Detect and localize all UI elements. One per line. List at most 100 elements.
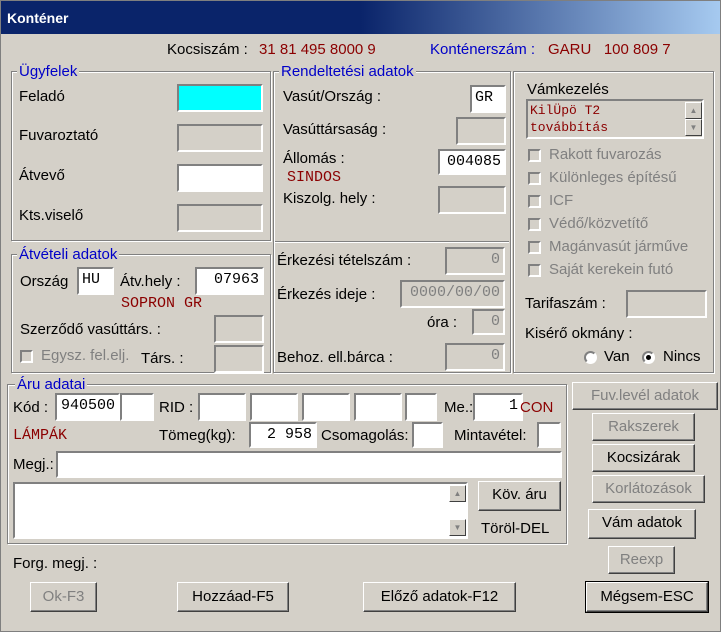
kiszolg-input[interactable] <box>438 186 506 214</box>
ktsviselo-label: Kts.viselő <box>19 207 84 224</box>
vedo-label: Védő/közvetítő <box>549 215 649 232</box>
szerzodo-label: Szerződő vasúttárs. : <box>20 321 161 338</box>
atvhely-label: Átv.hely : <box>120 273 181 290</box>
me-input[interactable]: 1 <box>473 393 523 421</box>
hozzaad-button[interactable]: Hozzáad-F5 <box>177 582 289 612</box>
rid-input-2[interactable] <box>250 393 298 421</box>
mintavetel-input[interactable] <box>537 422 561 448</box>
tomeg-input[interactable]: 2 958 <box>249 422 317 448</box>
maganvasut-checkbox[interactable] <box>528 241 541 254</box>
rakott-checkbox[interactable] <box>528 149 541 162</box>
kontenerszam-value: GARU 100 809 7 <box>548 41 671 58</box>
vamkezeles-label: Vámkezelés <box>527 81 609 98</box>
atv-orszag-input[interactable]: HU <box>77 267 114 295</box>
fuvaroztato-input[interactable] <box>177 124 263 152</box>
nincs-label: Nincs <box>663 348 701 365</box>
kontenerszam-label: Konténerszám : <box>430 41 536 58</box>
rid-input-1[interactable] <box>198 393 246 421</box>
maganvasut-label: Magánvasút járműve <box>549 238 689 255</box>
nincs-radio[interactable] <box>642 351 655 364</box>
mintavetel-label: Mintavétel: <box>454 427 527 444</box>
megsem-button[interactable]: Mégsem-ESC <box>585 581 709 613</box>
behoz-input[interactable]: 0 <box>445 343 505 371</box>
kulonleges-checkbox[interactable] <box>528 172 541 185</box>
vasuttarsasag-label: Vasúttársaság : <box>283 121 387 138</box>
fuvaroztato-label: Fuvaroztató <box>19 127 99 144</box>
allomas-name: SINDOS <box>287 169 342 186</box>
erkezesi-tetel-input[interactable]: 0 <box>445 247 505 275</box>
vam-scroll-down-icon[interactable]: ▼ <box>685 119 702 136</box>
szerzodo-input[interactable] <box>214 315 264 343</box>
felado-input[interactable] <box>177 84 263 112</box>
icf-checkbox[interactable] <box>528 195 541 208</box>
ora-input[interactable]: 0 <box>472 309 505 335</box>
erkezesi-tetel-label: Érkezési tételszám : <box>277 252 412 269</box>
vasuttarsasag-input[interactable] <box>456 117 506 145</box>
memo-scroll-down-icon[interactable]: ▼ <box>449 519 466 536</box>
vasut-orszag-label: Vasút/Ország : <box>283 88 382 105</box>
behoz-label: Behoz. ell.bárca : <box>277 349 393 366</box>
rid-input-3[interactable] <box>302 393 350 421</box>
kocsiszam-value: 31 81 495 8000 9 <box>259 41 376 58</box>
atvhely-input[interactable]: 07963 <box>195 267 264 295</box>
egysz-checkbox[interactable] <box>20 350 33 363</box>
egysz-label: Egysz. fel.elj. <box>41 347 130 364</box>
tarifaszam-input[interactable] <box>626 290 707 318</box>
atveteli-title: Átvételi adatok <box>17 246 120 263</box>
torol-label: Töröl-DEL <box>481 520 550 537</box>
tars-input[interactable] <box>214 345 264 373</box>
ok-button[interactable]: Ok-F3 <box>30 582 97 612</box>
rid-label: RID : <box>159 399 194 416</box>
fuvlevel-button[interactable]: Fuv.levél adatok <box>572 382 718 410</box>
kiszolg-label: Kiszolg. hely : <box>283 190 376 207</box>
reexp-button[interactable]: Reexp <box>608 546 675 574</box>
rakszerek-button[interactable]: Rakszerek <box>592 413 695 441</box>
rid-input-5[interactable] <box>405 393 437 421</box>
window-title: Konténer <box>7 10 69 26</box>
ora-label: óra : <box>427 314 458 331</box>
allomas-input[interactable]: 004085 <box>438 149 506 175</box>
atvhely-name: SOPRON GR <box>121 295 203 312</box>
vam-scroll-up-icon[interactable]: ▲ <box>685 102 702 119</box>
aru-name: LÁMPÁK <box>13 427 68 444</box>
kod-input[interactable]: 940500 <box>55 393 120 421</box>
vamkezeles-text-1: KilÜpö T2 <box>530 103 601 118</box>
aru-memo[interactable] <box>13 482 468 539</box>
erkezes-ideje-input[interactable]: 0000/00/00 <box>400 280 505 308</box>
megj-input[interactable] <box>56 451 562 478</box>
elozo-adatok-button[interactable]: Előző adatok-F12 <box>363 582 516 612</box>
vam-adatok-button[interactable]: Vám adatok <box>588 509 696 539</box>
van-label: Van <box>604 348 630 365</box>
ktsviselo-input[interactable] <box>177 204 263 232</box>
rendeltetesi-title: Rendeltetési adatok <box>279 63 416 80</box>
icf-label: ICF <box>549 192 574 209</box>
tarifaszam-label: Tarifaszám : <box>525 295 606 312</box>
memo-scroll-up-icon[interactable]: ▲ <box>449 485 466 502</box>
van-radio[interactable] <box>584 351 597 364</box>
kisero-label: Kisérő okmány : <box>525 325 633 342</box>
vamkezeles-listbox[interactable]: KilÜpö T2 továbbítás <box>526 99 704 139</box>
korlatozasok-button[interactable]: Korlátozások <box>592 475 705 503</box>
kocsizarak-button[interactable]: Kocsizárak <box>592 444 695 472</box>
tars-label: Társ. : <box>141 350 184 367</box>
rid-input-4[interactable] <box>354 393 402 421</box>
kod-label: Kód : <box>13 399 49 416</box>
ugyfelek-title: Ügyfelek <box>17 63 80 80</box>
atvevo-label: Átvevő <box>19 167 65 184</box>
kov-aru-button[interactable]: Köv. áru <box>478 481 561 511</box>
me-unit: CON <box>520 399 554 416</box>
felado-label: Feladó <box>19 88 65 105</box>
me-label: Me.: <box>444 399 474 416</box>
vedo-checkbox[interactable] <box>528 218 541 231</box>
csomagolas-input[interactable] <box>412 422 443 448</box>
atv-orszag-label: Ország <box>20 273 69 290</box>
atvevo-input[interactable] <box>177 164 263 192</box>
erkezes-ideje-label: Érkezés ideje : <box>277 286 376 303</box>
vamkezeles-text-2: továbbítás <box>530 120 609 135</box>
kontener-dialog: Konténer Kocsiszám : 31 81 495 8000 9 Ko… <box>0 0 721 632</box>
title-bar[interactable]: Konténer <box>1 1 720 34</box>
vasut-orszag-input[interactable]: GR <box>470 85 506 113</box>
sajat-checkbox[interactable] <box>528 264 541 277</box>
csomagolas-label: Csomagolás: <box>321 427 409 444</box>
kod-suffix-input[interactable] <box>120 393 154 421</box>
